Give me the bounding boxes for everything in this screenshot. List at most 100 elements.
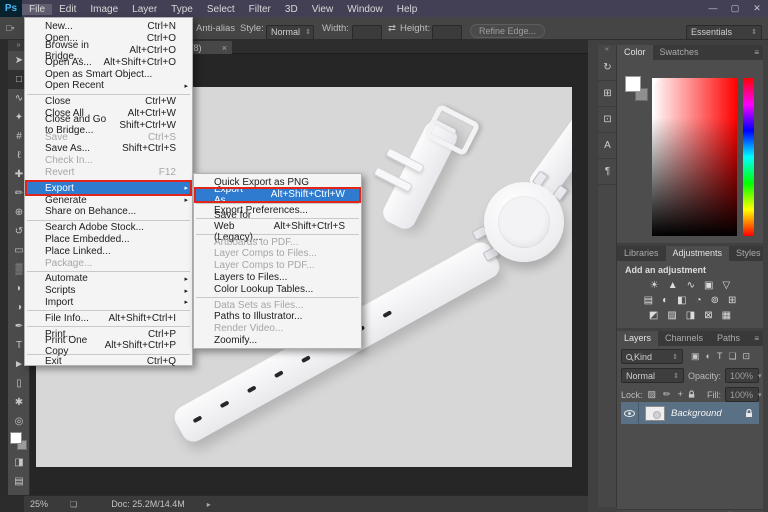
menu-item[interactable]: Share on Behance... (25, 206, 192, 218)
lock-all-icon[interactable] (688, 390, 695, 399)
menu-item[interactable]: Layers to Files... (194, 272, 361, 284)
minimize-button[interactable]: — (702, 0, 724, 17)
properties-panel-icon[interactable]: ⊞ (598, 81, 617, 107)
refine-edge-button[interactable]: Refine Edge... (470, 24, 546, 38)
opacity-dropdown[interactable]: 100% ▾ (725, 368, 762, 383)
color-lookup-icon[interactable]: ⊞ (728, 294, 736, 307)
hue-saturation-icon[interactable]: ▤ (644, 294, 653, 307)
menubar-filter[interactable]: Filter (242, 4, 278, 15)
export-submenu-export-as[interactable]: Export As... Alt+Shift+Ctrl+W (194, 184, 361, 206)
menubar-image[interactable]: Image (83, 4, 125, 15)
menu-item[interactable]: Save for Web (Legacy)... Alt+Shift+Ctrl+… (194, 210, 361, 243)
quick-mask-button[interactable]: ◨ (8, 453, 30, 472)
filter-type-layers-icon[interactable]: T (716, 351, 724, 362)
posterize-icon[interactable]: ▨ (667, 309, 676, 322)
layer-thumbnail[interactable] (645, 405, 665, 421)
status-options-arrow-icon[interactable]: ▸ (207, 500, 211, 509)
menubar-file[interactable]: File (22, 4, 53, 15)
filter-pixel-layers-icon[interactable]: ▣ (690, 351, 701, 362)
shape-tool[interactable]: ▯ (8, 374, 30, 393)
layer-row-background[interactable]: Background (621, 402, 759, 424)
menubar-type[interactable]: Type (164, 4, 200, 15)
hand-tool[interactable]: ✱ (8, 393, 30, 412)
filter-adjustment-layers-icon[interactable]: ◐ (705, 351, 712, 362)
menu-item[interactable]: Package... (25, 257, 192, 269)
menu-item[interactable]: Search Adobe Stock... (25, 222, 192, 234)
menu-item[interactable]: Scripts ▸ (25, 285, 192, 297)
fill-dropdown[interactable]: 100% ▾ (725, 387, 762, 402)
tab-channels[interactable]: Channels (658, 331, 710, 346)
tab-libraries[interactable]: Libraries (617, 246, 666, 261)
layer-visibility-toggle[interactable] (621, 402, 639, 424)
menubar-view[interactable]: View (305, 4, 341, 15)
tab-paths[interactable]: Paths (710, 331, 747, 346)
threshold-icon[interactable]: ◨ (686, 309, 695, 322)
menu-item[interactable]: Check In... (25, 155, 192, 167)
panel-menu-icon[interactable]: ≡ (754, 48, 763, 57)
lock-paint-icon[interactable]: ✏ (662, 389, 672, 400)
width-input[interactable] (352, 24, 382, 40)
color-balance-icon[interactable]: ◐ (662, 294, 668, 307)
menu-item[interactable]: Revert F12 (25, 167, 192, 179)
link-dimensions-icon[interactable]: ⇄ (388, 17, 396, 39)
menu-item[interactable]: Zoomify... (194, 335, 361, 347)
style-dropdown[interactable]: Normal ⇕ (266, 24, 314, 40)
menu-item[interactable]: Color Lookup Tables... (194, 283, 361, 295)
maximize-button[interactable]: ▢ (724, 0, 746, 17)
menu-item[interactable]: Place Embedded... (25, 234, 192, 246)
menu-item[interactable]: Close and Go to Bridge... Shift+Ctrl+W (25, 114, 192, 136)
photo-filter-icon[interactable]: ◔ (696, 294, 702, 307)
vibrance-icon[interactable]: ▽ (723, 279, 731, 292)
menu-item[interactable]: Render Video... (194, 323, 361, 335)
levels-icon[interactable]: ▲ (668, 279, 678, 292)
selective-color-icon[interactable]: ⊠ (704, 309, 712, 322)
blend-mode-dropdown[interactable]: Normal ⇕ (621, 368, 684, 383)
lock-transparency-icon[interactable]: ▨ (647, 389, 658, 400)
menubar-layer[interactable]: Layer (125, 4, 164, 15)
menu-item[interactable]: Place Linked... (25, 245, 192, 257)
filter-shape-layers-icon[interactable]: ❏ (727, 351, 737, 362)
brightness-contrast-icon[interactable]: ☀ (650, 279, 659, 292)
foreground-color-swatch[interactable] (625, 76, 641, 92)
menu-item[interactable]: Open as Smart Object... (25, 68, 192, 80)
menu-item[interactable]: Open As... Alt+Shift+Ctrl+O (25, 56, 192, 68)
close-button[interactable]: ✕ (746, 0, 768, 17)
expand-panels-icon[interactable]: « (598, 45, 616, 55)
menubar-help[interactable]: Help (390, 4, 425, 15)
lock-position-icon[interactable]: + (677, 389, 684, 400)
history-panel-icon[interactable]: ↻ (598, 55, 617, 81)
paragraph-panel-icon[interactable]: ¶ (598, 159, 617, 185)
tab-adjustments[interactable]: Adjustments (665, 246, 730, 261)
character-panel-icon[interactable]: A (598, 133, 617, 159)
menu-item[interactable]: Browse in Bridge... Alt+Ctrl+O (25, 40, 192, 62)
clone-source-panel-icon[interactable]: ⊡ (598, 107, 617, 133)
panel-menu-icon[interactable]: ≡ (754, 334, 763, 343)
file-menu-export[interactable]: Export ▸ (25, 180, 192, 196)
menubar-edit[interactable]: Edit (52, 4, 83, 15)
menubar-select[interactable]: Select (200, 4, 242, 15)
tab-close-icon[interactable]: × (222, 43, 227, 53)
menu-item[interactable]: Artboards to PDF... (194, 236, 361, 248)
menu-item[interactable]: Generate ▸ (25, 194, 192, 206)
menu-item[interactable]: Data Sets as Files... (194, 299, 361, 311)
menu-item[interactable]: Import ▸ (25, 297, 192, 309)
menu-item[interactable]: Save Ctrl+S (25, 131, 192, 143)
menubar-window[interactable]: Window (340, 4, 390, 15)
hue-slider[interactable] (743, 78, 754, 236)
zoom-tool[interactable]: ◎ (8, 412, 30, 431)
black-white-icon[interactable]: ◧ (677, 294, 686, 307)
tab-layers[interactable]: Layers (617, 331, 659, 346)
gradient-map-icon[interactable]: ▦ (722, 309, 731, 322)
screen-mode-button[interactable]: ▤ (8, 472, 30, 491)
menu-item[interactable]: Layer Comps to Files... (194, 248, 361, 260)
tab-styles[interactable]: Styles (729, 246, 768, 261)
menu-item[interactable]: Open Recent ▸ (25, 80, 192, 92)
menubar-3d[interactable]: 3D (278, 4, 305, 15)
workspace-dropdown[interactable]: Essentials ⇕ (686, 24, 762, 40)
exposure-icon[interactable]: ▣ (704, 279, 713, 292)
tab-swatches[interactable]: Swatches (653, 45, 706, 60)
menu-item[interactable]: Layer Comps to PDF... (194, 260, 361, 272)
invert-icon[interactable]: ◩ (649, 309, 658, 322)
zoom-level[interactable]: 25% (30, 499, 48, 509)
menu-item[interactable]: Save As... Shift+Ctrl+S (25, 143, 192, 155)
